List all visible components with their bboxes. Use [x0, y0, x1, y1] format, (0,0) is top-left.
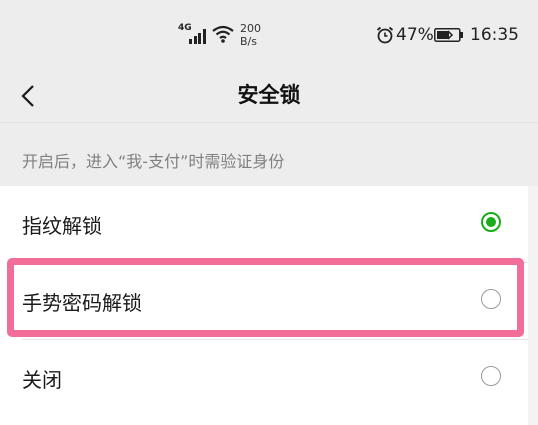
option-off[interactable]: 关闭: [0, 340, 538, 416]
option-label: 指纹解锁: [22, 213, 102, 238]
status-bar: 4G 200 B/s 47% 16:35: [0, 0, 538, 70]
alarm-icon: [376, 26, 394, 44]
network-speed: 200 B/s: [240, 22, 261, 48]
radio-unchecked-icon[interactable]: [481, 289, 501, 309]
lock-options-list: 指纹解锁 手势密码解锁 关闭: [0, 186, 538, 425]
radio-unchecked-icon[interactable]: [481, 366, 501, 386]
speed-value: 200: [240, 22, 261, 35]
battery-icon: [434, 28, 463, 42]
option-fingerprint-unlock[interactable]: 指纹解锁: [0, 186, 538, 262]
option-gesture-password-unlock[interactable]: 手势密码解锁: [0, 263, 538, 339]
battery-percent: 47%: [396, 25, 434, 45]
option-label: 手势密码解锁: [22, 290, 142, 315]
scroll-edge: [528, 186, 538, 425]
speed-unit: B/s: [240, 35, 257, 48]
clock: 16:35: [470, 25, 519, 45]
wifi-icon: [212, 25, 234, 43]
radio-checked-icon[interactable]: [481, 212, 501, 232]
nav-bar: 安全锁: [0, 70, 538, 123]
section-hint: 开启后，进入“我-支付”时需验证身份: [22, 152, 285, 171]
option-label: 关闭: [22, 367, 62, 392]
page-title: 安全锁: [237, 83, 301, 107]
